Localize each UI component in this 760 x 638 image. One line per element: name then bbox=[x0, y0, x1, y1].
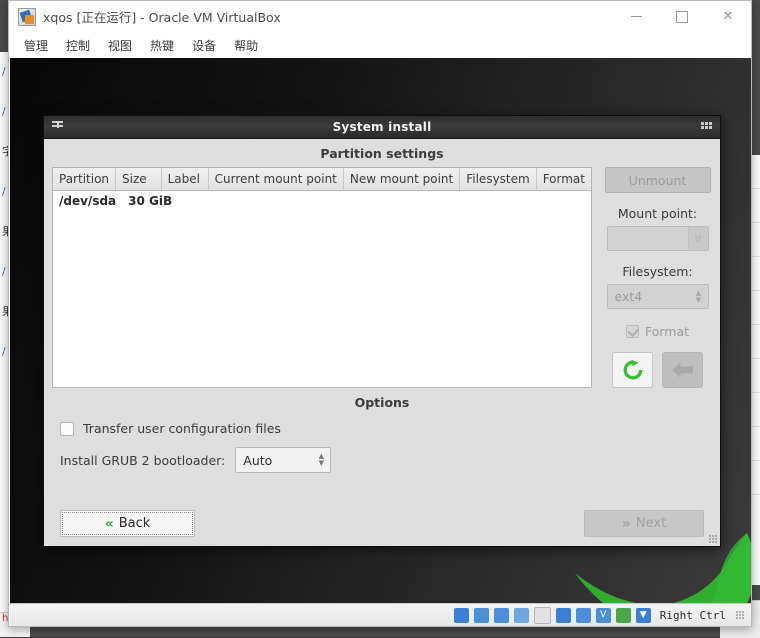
recording-icon[interactable] bbox=[575, 607, 591, 623]
filesystem-label: Filesystem: bbox=[622, 264, 693, 279]
partition-icon-buttons bbox=[612, 352, 703, 388]
table-row[interactable]: /dev/sda 30 GiB bbox=[53, 191, 591, 211]
chevron-down-icon: ▽ bbox=[687, 227, 708, 250]
next-button-label: Next bbox=[635, 516, 667, 531]
mount-point-label: Mount point: bbox=[617, 206, 698, 221]
column-header-current-mount-point[interactable]: Current mount point bbox=[209, 168, 344, 190]
column-header-size[interactable]: Size bbox=[116, 168, 162, 190]
virtualbox-window: xqos [正在运行] - Oracle VM VirtualBox ✕ 管理 … bbox=[8, 0, 752, 627]
shared-folder-icon[interactable] bbox=[533, 606, 551, 624]
virtualbox-menubar: 管理 控制 视图 热键 设备 帮助 bbox=[9, 33, 751, 59]
cell-size: 30 GiB bbox=[128, 194, 173, 208]
next-button[interactable]: » Next bbox=[584, 510, 704, 537]
menu-item-manage[interactable]: 管理 bbox=[15, 35, 57, 56]
arrow-left-icon bbox=[672, 362, 693, 378]
column-header-label[interactable]: Label bbox=[162, 168, 209, 190]
grub-bootloader-label: Install GRUB 2 bootloader: bbox=[60, 452, 226, 468]
menu-item-devices[interactable]: 设备 bbox=[183, 35, 225, 56]
optical-disk-icon[interactable] bbox=[473, 607, 489, 623]
display-icon[interactable] bbox=[555, 607, 571, 623]
transfer-user-config-label: Transfer user configuration files bbox=[83, 421, 281, 436]
spinner-icon: ▲ ▼ bbox=[318, 452, 324, 467]
grub-bootloader-select[interactable]: Auto ▲ ▼ bbox=[235, 447, 332, 473]
column-header-filesystem[interactable]: Filesystem bbox=[460, 168, 537, 190]
host-key-indicator-icon[interactable]: ▼ bbox=[635, 607, 651, 623]
spinner-icon: ▲ ▼ bbox=[695, 288, 702, 304]
dialog-resize-grip[interactable] bbox=[709, 535, 718, 544]
minimize-button[interactable] bbox=[613, 1, 659, 32]
partition-table[interactable]: Partition Size Label Current mount point… bbox=[52, 167, 592, 388]
filesystem-value: ext4 bbox=[614, 289, 643, 304]
window-title: xqos [正在运行] - Oracle VM VirtualBox bbox=[43, 10, 281, 25]
column-header-new-mount-point[interactable]: New mount point bbox=[344, 168, 461, 190]
maximize-button[interactable] bbox=[659, 1, 705, 32]
refresh-icon bbox=[623, 359, 642, 380]
vm-features-icon[interactable]: V bbox=[595, 607, 611, 623]
unmount-button[interactable]: Unmount bbox=[604, 167, 711, 193]
mount-point-select[interactable]: ▽ bbox=[606, 226, 709, 251]
dialog-menu-icon[interactable] bbox=[51, 120, 64, 133]
partition-area: Partition Size Label Current mount point… bbox=[52, 167, 712, 388]
virtualbox-titlebar[interactable]: xqos [正在运行] - Oracle VM VirtualBox ✕ bbox=[9, 1, 751, 33]
chevron-right-icon: » bbox=[621, 515, 631, 532]
virtualbox-statusbar: V ▼ Right Ctrl bbox=[10, 603, 751, 626]
maximize-icon bbox=[676, 10, 688, 23]
refresh-button[interactable] bbox=[612, 352, 653, 388]
back-button[interactable]: « Back bbox=[60, 510, 195, 537]
usb-icon[interactable] bbox=[513, 607, 529, 623]
minimize-icon bbox=[630, 16, 642, 17]
grub-bootloader-value: Auto bbox=[243, 452, 273, 468]
close-button[interactable]: ✕ bbox=[705, 1, 751, 32]
chevron-left-icon: « bbox=[104, 515, 114, 532]
dialog-title: System install bbox=[332, 120, 432, 134]
format-checkbox[interactable]: Format bbox=[625, 324, 690, 339]
cell-partition: /dev/sda bbox=[59, 194, 117, 208]
transfer-user-config-checkbox[interactable]: Transfer user configuration files bbox=[52, 418, 712, 436]
dialog-grip-icon[interactable] bbox=[701, 122, 712, 131]
resize-grip-icon[interactable] bbox=[736, 610, 745, 620]
column-header-format[interactable]: Format bbox=[537, 168, 591, 190]
options-heading: Options bbox=[354, 395, 410, 410]
mouse-integration-icon[interactable] bbox=[615, 607, 631, 623]
virtualbox-icon bbox=[18, 7, 36, 26]
checkbox-icon bbox=[60, 421, 74, 436]
partition-table-header: Partition Size Label Current mount point… bbox=[53, 168, 591, 191]
options-area: Transfer user configuration files Instal… bbox=[52, 418, 712, 473]
grub-bootloader-row: Install GRUB 2 bootloader: Auto ▲ ▼ bbox=[52, 436, 712, 473]
vm-screen[interactable]: System install Partition settings Partit… bbox=[10, 58, 751, 604]
menu-item-control[interactable]: 控制 bbox=[57, 35, 99, 56]
dialog-body: Partition settings Partition Size Label … bbox=[44, 139, 720, 546]
partition-actions-panel: Unmount Mount point: ▽ Filesystem: ext4 … bbox=[603, 167, 712, 388]
hard-disk-icon[interactable] bbox=[453, 607, 469, 623]
partition-table-body: /dev/sda 30 GiB bbox=[53, 191, 591, 387]
checkbox-icon bbox=[625, 325, 639, 338]
host-key-label: Right Ctrl bbox=[659, 608, 726, 622]
format-label: Format bbox=[644, 324, 690, 339]
network-icon[interactable] bbox=[493, 607, 509, 623]
back-button-label: Back bbox=[118, 516, 151, 531]
system-install-dialog: System install Partition settings Partit… bbox=[43, 115, 721, 547]
column-header-partition[interactable]: Partition bbox=[53, 168, 117, 190]
partition-settings-heading: Partition settings bbox=[320, 146, 444, 161]
filesystem-select[interactable]: ext4 ▲ ▼ bbox=[606, 284, 709, 309]
dialog-footer: « Back » Next bbox=[52, 510, 712, 538]
menu-item-view[interactable]: 视图 bbox=[99, 35, 141, 56]
menu-item-hotkeys[interactable]: 热键 bbox=[141, 35, 183, 56]
apply-back-button[interactable] bbox=[662, 352, 703, 388]
menu-item-help[interactable]: 帮助 bbox=[225, 35, 267, 56]
window-controls: ✕ bbox=[613, 1, 751, 32]
dialog-titlebar[interactable]: System install bbox=[44, 116, 720, 139]
